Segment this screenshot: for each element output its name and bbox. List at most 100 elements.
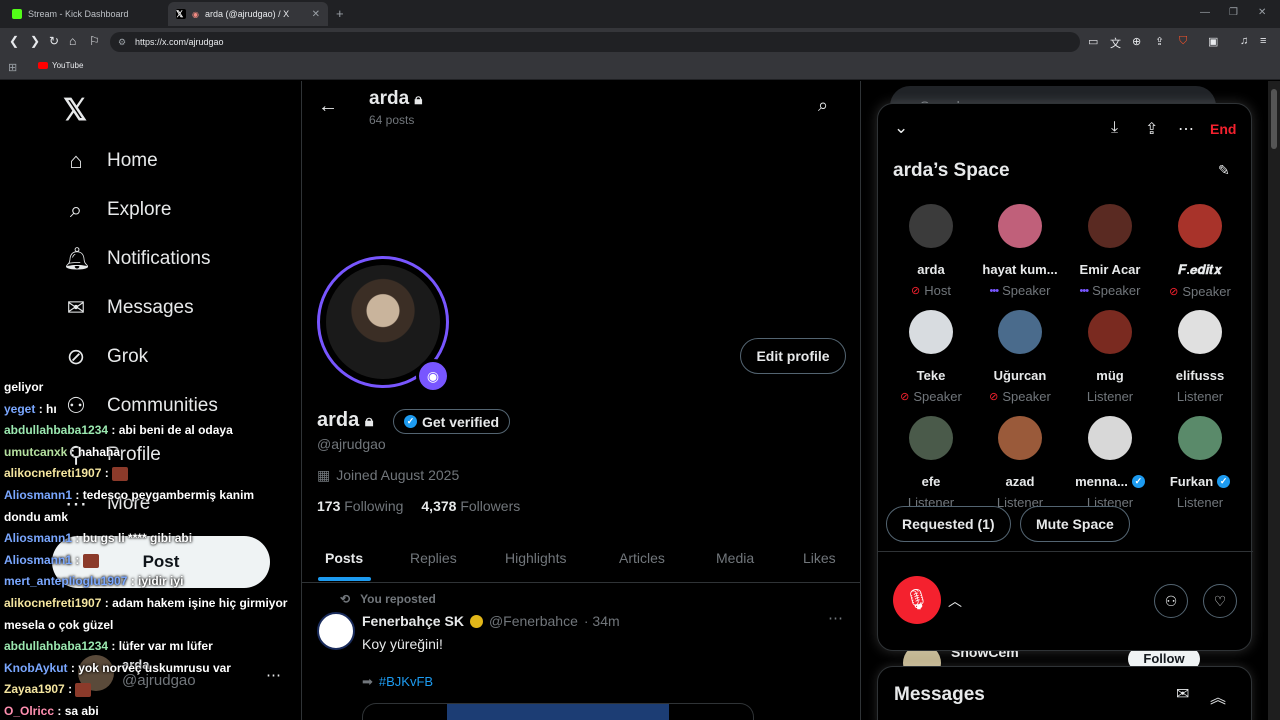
mic-muted-icon[interactable]: 🎙︎ (893, 576, 941, 624)
new-message-icon[interactable]: ✉ (1176, 684, 1189, 704)
chat-username[interactable]: Aliosmann1 (4, 553, 72, 567)
bookmarks-bar: ⊞ YouTube (0, 56, 1280, 80)
mute-space-button[interactable]: Mute Space (1020, 506, 1130, 542)
tab-articles[interactable]: Articles (619, 550, 665, 566)
media-icon[interactable]: ♫ (1240, 35, 1248, 47)
space-participant[interactable]: Furkan ✓ Listener (1155, 416, 1245, 510)
expand-chevron-icon[interactable]: ︽ (1210, 684, 1226, 708)
react-heart-icon[interactable]: ♡ (1203, 584, 1237, 618)
back-icon[interactable]: ❮ (9, 34, 19, 48)
tab-posts[interactable]: Posts (325, 550, 363, 566)
chat-username[interactable]: Aliosmann1 (4, 488, 72, 502)
new-tab-icon[interactable]: + (336, 6, 344, 21)
minimize-icon[interactable]: — (1200, 7, 1210, 18)
chevron-up-icon[interactable]: ︿ (948, 591, 962, 611)
zoom-icon[interactable]: ⊕ (1132, 35, 1141, 48)
tab-highlights[interactable]: Highlights (505, 550, 566, 566)
home-icon[interactable]: ⌂ (69, 34, 76, 48)
tab-likes[interactable]: Likes (803, 550, 836, 566)
recording-icon: ◉ (192, 9, 199, 19)
browser-tab-kick[interactable]: Stream - Kick Dashboard (4, 2, 164, 26)
space-participant[interactable]: arda ⊘ Host (886, 204, 976, 298)
tweet-hashtag[interactable]: ➡ #BJKvFB (362, 674, 433, 690)
following-link[interactable]: 173 Following (317, 498, 403, 514)
followers-link[interactable]: 4,378 Followers (421, 498, 520, 514)
chat-username[interactable]: O_Olricc (4, 704, 54, 718)
tweet-media[interactable] (362, 703, 754, 720)
chat-username[interactable]: abdullahbaba1234 (4, 639, 108, 653)
wallet-icon[interactable]: ▣ (1208, 35, 1218, 48)
site-settings-icon[interactable]: ⚙ (118, 32, 126, 52)
messages-drawer[interactable]: Messages ✉ ︽ (877, 666, 1252, 720)
collapse-chevron-icon[interactable]: ⌄ (894, 118, 908, 138)
tweet-time[interactable]: · 34m (584, 613, 620, 629)
participant-name-text: hayat kum... (982, 262, 1058, 277)
tweet-author-handle[interactable]: @Fenerbahce (489, 613, 578, 629)
page-scrollbar[interactable] (1268, 81, 1280, 720)
space-participant[interactable]: menna... ✓ Listener (1065, 416, 1155, 510)
search-icon[interactable]: ⌕ (818, 95, 828, 116)
tab-media[interactable]: Media (716, 550, 754, 566)
cast-icon[interactable]: ▭ (1088, 35, 1098, 48)
share-icon[interactable]: ⇪ (1145, 119, 1158, 139)
chat-username[interactable]: alikocnefreti1907 (4, 466, 101, 480)
reload-icon[interactable]: ↻ (49, 34, 59, 48)
nav-home[interactable]: ⌂ Home (63, 148, 157, 174)
close-window-icon[interactable]: ✕ (1258, 7, 1266, 18)
chat-username[interactable]: Aliosmann1 (4, 531, 72, 545)
forward-icon[interactable]: ❯ (30, 34, 40, 48)
tweet-author-name[interactable]: Fenerbahçe SK (362, 613, 464, 629)
menu-icon[interactable]: ≡ (1260, 35, 1266, 47)
address-bar[interactable]: ⚙ https://x.com/ajrudgao (110, 32, 1080, 52)
close-tab-icon[interactable]: ✕ (312, 9, 320, 20)
tweet-author-avatar[interactable] (317, 612, 355, 650)
bookmark-youtube[interactable]: YouTube (38, 61, 83, 70)
space-participant[interactable]: elifusss Listener (1155, 310, 1245, 404)
minimize-space-icon[interactable]: ⤓ (1111, 119, 1118, 137)
x-logo-icon[interactable]: 𝕏 (63, 93, 87, 128)
live-space-icon[interactable]: ◉ (416, 359, 450, 393)
chat-username[interactable]: KnobAykut (4, 661, 68, 675)
browser-tab-x[interactable]: 𝕏 ◉ arda (@ajrudgao) / X ✕ (168, 2, 328, 26)
edit-profile-button[interactable]: Edit profile (740, 338, 846, 374)
restore-icon[interactable]: ❐ (1229, 7, 1238, 18)
participant-role-text: Speaker (1002, 283, 1051, 298)
chat-username[interactable]: alikocnefreti1907 (4, 596, 101, 610)
avatar (1178, 204, 1222, 248)
more-icon[interactable]: ⋯ (1178, 119, 1194, 139)
nav-explore[interactable]: ⌕ Explore (63, 197, 172, 223)
manage-people-icon[interactable]: ⚇ (1154, 584, 1188, 618)
tweet-more-icon[interactable]: ⋯ (828, 609, 843, 627)
nav-messages[interactable]: ✉ Messages (63, 295, 194, 321)
emote-icon (112, 467, 129, 482)
space-participant[interactable]: hayat kum... ••• Speaker (975, 204, 1065, 298)
share-icon[interactable]: ⇪ (1155, 35, 1164, 48)
chat-username[interactable]: mert_antepIioglu1907 (4, 574, 127, 588)
apps-grid-icon[interactable]: ⊞ (8, 61, 17, 74)
nav-notifications[interactable]: 🔔︎ Notifications (63, 246, 211, 272)
chat-username[interactable]: Zayaa1907 (4, 682, 65, 696)
space-participant[interactable]: Emir Acar ••• Speaker (1065, 204, 1155, 298)
tweet-header: Fenerbahçe SK @Fenerbahce · 34m (362, 613, 620, 629)
avatar (998, 310, 1042, 354)
tab-replies[interactable]: Replies (410, 550, 457, 566)
chat-username[interactable]: abdullahbaba1234 (4, 423, 108, 437)
requested-button[interactable]: Requested (1) (886, 506, 1011, 542)
chat-username[interactable]: yeget (4, 402, 35, 416)
space-participant[interactable]: Teke ⊘ Speaker (886, 310, 976, 404)
space-participant[interactable]: azad Listener (975, 416, 1065, 510)
translate-icon[interactable]: 文 (1110, 35, 1121, 51)
nav-grok[interactable]: ⊘ Grok (63, 344, 148, 370)
space-participant[interactable]: müg Listener (1065, 310, 1155, 404)
brave-shield-icon[interactable]: ⛉ (1179, 35, 1187, 48)
space-participant[interactable]: 𝑭.𝒆𝒅𝒊𝒕𝒙 ⊘ Speaker (1155, 204, 1245, 299)
back-arrow-icon[interactable]: ← (318, 95, 338, 118)
end-space-button[interactable]: End (1210, 121, 1236, 137)
edit-icon[interactable]: ✎ (1218, 162, 1230, 179)
nav-label: Notifications (107, 248, 211, 269)
chat-username[interactable]: umutcanxk (4, 445, 67, 459)
get-verified-button[interactable]: ✓ Get verified (393, 409, 511, 434)
bookmark-icon[interactable]: ⚐ (89, 34, 100, 48)
space-participant[interactable]: efe Listener (886, 416, 976, 510)
space-participant[interactable]: Uğurcan ⊘ Speaker (975, 310, 1065, 404)
